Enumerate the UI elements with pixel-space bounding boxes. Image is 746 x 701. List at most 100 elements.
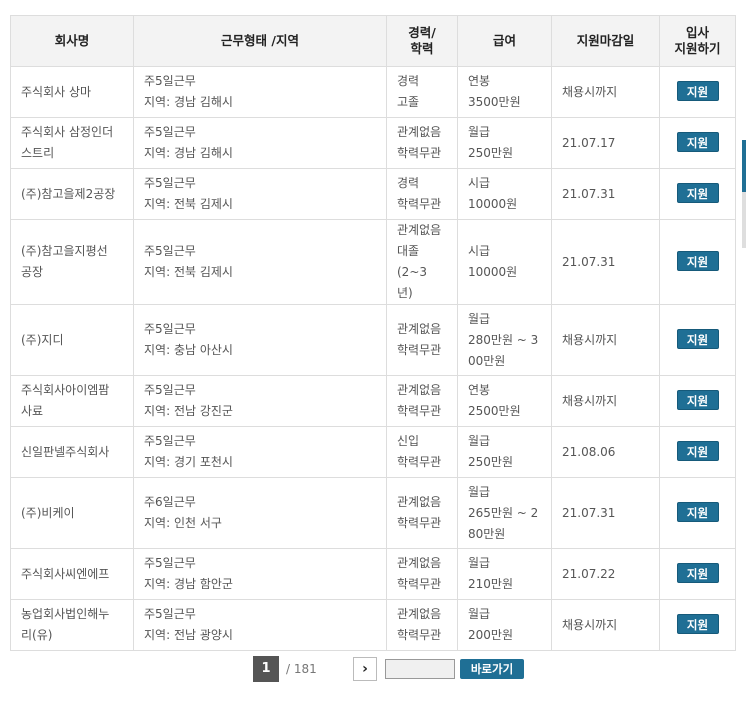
apply-button[interactable]: 지원: [676, 502, 719, 522]
cell-line: 2500만원: [468, 404, 521, 418]
deadline-text: 21.07.31: [562, 254, 616, 269]
page-number-input[interactable]: [385, 659, 455, 679]
cell-line: 지역: 경남 함안군: [144, 577, 233, 591]
cell-line: 지역: 충남 아산시: [144, 343, 233, 357]
work-cell: 주5일근무 지역: 충남 아산시: [133, 304, 387, 376]
exp-cell: 관계없음 학력무관: [386, 304, 458, 376]
apply-button[interactable]: 지원: [676, 614, 719, 634]
cell-line: 연봉: [468, 74, 491, 88]
apply-cell: 지원: [659, 219, 736, 305]
deadline-cell: 채용시까지: [551, 66, 660, 118]
cell-line: 월급: [468, 484, 491, 499]
table-row: (주)참고을제2공장 주5일근무 지역: 전북 김제시 경력 학력무관 시급 10000원 2…: [10, 168, 736, 220]
cell-line: 주5일근무: [144, 607, 196, 621]
cell-line: 월급: [468, 607, 491, 621]
apply-button[interactable]: 지원: [676, 563, 719, 583]
apply-button[interactable]: 지원: [676, 329, 719, 349]
cell-line: 주식회사아이엠팜: [21, 383, 110, 397]
company-cell: (주)참고을제2공장: [10, 168, 134, 220]
work-cell: 주6일근무지역: 인천 서구: [133, 477, 387, 549]
company-cell: 주식회사아이엠팜 사료: [10, 375, 134, 427]
cell-line: 월급: [468, 556, 491, 570]
company-cell: (주)참고을지평선 공장: [10, 219, 134, 305]
cell-line: 주5일근무: [144, 74, 196, 88]
apply-button[interactable]: 지원: [676, 390, 719, 410]
company-cell: 주식회사 삼정인더 스트리: [10, 117, 134, 169]
cell-line: 주5일근무: [144, 125, 196, 139]
cell-line: 학력무관: [397, 455, 442, 469]
header-exp-line2: 학력: [410, 41, 434, 56]
cell-line: 연봉: [468, 383, 491, 397]
cell-line: 월급: [468, 125, 491, 139]
work-cell: 주5일근무 지역: 경남 함안군: [133, 548, 387, 600]
cell-line: 관계없음: [397, 556, 442, 570]
work-cell: 주5일근무 지역: 전남 강진군: [133, 375, 387, 427]
deadline-cell: 21.07.31: [551, 168, 660, 220]
cell-line: 신입: [397, 434, 420, 448]
table-row: 주식회사 삼정인더 스트리 주5일근무 지역: 경남 김해시 관계없음 학력무관 월급 250…: [10, 117, 736, 169]
deadline-text: 채용시까지: [562, 393, 618, 408]
cell-line: 농업회사법인해누: [21, 607, 110, 621]
deadline-cell: 채용시까지: [551, 304, 660, 376]
pay-cell: 연봉 3500만원: [457, 66, 552, 118]
apply-button[interactable]: 지원: [676, 251, 719, 271]
cell-line: 지역: 전남 광양시: [144, 628, 233, 642]
page-total: / 181: [286, 662, 317, 676]
cell-line: 리(유): [21, 628, 53, 642]
cell-line: 학력무관: [397, 577, 442, 591]
table-row: (주)참고을지평선 공장 주5일근무 지역: 전북 김제시 관계없음 대졸(2~3 년) 시급…: [10, 219, 736, 305]
cell-line: 월급: [468, 434, 491, 448]
cell-line: 스트리: [21, 146, 55, 160]
cell-line: 10000원: [468, 197, 518, 211]
header-exp: 경력/학력: [386, 15, 458, 67]
apply-button[interactable]: 지원: [676, 183, 719, 203]
table-row: (주)비케이 주6일근무 지역: 인천 서구 관계없음 학력무관 월급 265만원 ~ 28…: [10, 477, 736, 549]
exp-cell: 관계없음 학력무관: [386, 117, 458, 169]
cell-line: 지역: 경남 김해시: [144, 95, 233, 109]
cell-line: 280만원 ~ 3: [468, 332, 539, 347]
header-company-label: 회사명: [54, 33, 90, 48]
deadline-cell: 21.07.31: [551, 219, 660, 305]
header-apply-line2: 지원하기: [674, 41, 721, 56]
header-exp-line1: 경력/: [408, 25, 436, 40]
company-cell: 신일판넬주식회사: [10, 426, 134, 478]
cell-line: (주)참고을제2공장: [21, 186, 116, 201]
cell-line: 시급: [468, 244, 491, 258]
job-listing-table: 회사명 근무형태 /지역 경력/학력 급여 지원마감일 입사 지원하기 주식회사 …: [10, 15, 736, 651]
apply-button[interactable]: 지원: [676, 132, 719, 152]
apply-button[interactable]: 지원: [676, 441, 719, 461]
side-scrollbar-thumb[interactable]: [742, 140, 746, 192]
cell-line: 공장: [21, 265, 44, 279]
pay-cell: 연봉 2500만원: [457, 375, 552, 427]
pay-cell: 월급 265만원 ~ 2 80만원: [457, 477, 552, 549]
deadline-text: 채용시까지: [562, 617, 618, 632]
deadline-cell: 21.07.22: [551, 548, 660, 600]
header-work: 근무형태 /지역: [133, 15, 387, 67]
cell-line: 주6일근무: [144, 495, 196, 509]
table-row: 농업회사법인해누 리(유) 주5일근무 지역: 전남 광양시 관계없음 학력무관 월급 200…: [10, 599, 736, 651]
work-cell: 주5일근무 지역: 전북 김제시: [133, 168, 387, 220]
deadline-text: 21.07.17: [562, 135, 616, 150]
cell-line: 10000원: [468, 265, 518, 279]
work-cell: 주5일근무지역: 경남 김해시: [133, 66, 387, 118]
apply-cell: 지원: [659, 168, 736, 220]
apply-button[interactable]: 지원: [676, 81, 719, 101]
cell-line: 주식회사씨엔에프: [21, 566, 110, 581]
go-to-page-button[interactable]: 바로가기: [460, 659, 524, 679]
apply-cell: 지원: [659, 66, 736, 118]
apply-cell: 지원: [659, 599, 736, 651]
header-pay: 급여: [457, 15, 552, 67]
cell-line: 지역: 인천 서구: [144, 516, 222, 530]
header-apply-line1: 입사: [685, 25, 709, 40]
cell-line: 지역: 경기 포천시: [144, 455, 233, 469]
cell-line: 경력: [397, 176, 420, 190]
cell-line: 주5일근무: [144, 383, 196, 397]
pay-cell: 시급 10000원: [457, 219, 552, 305]
cell-line: 3500만원: [468, 95, 521, 109]
cell-line: 관계없음: [397, 125, 442, 139]
exp-cell: 관계없음 대졸(2~3 년): [386, 219, 458, 305]
page-current[interactable]: 1: [253, 656, 279, 682]
header-apply: 입사 지원하기: [659, 15, 736, 67]
cell-line: 관계없음: [397, 322, 442, 336]
next-page-button[interactable]: ›: [353, 657, 377, 681]
